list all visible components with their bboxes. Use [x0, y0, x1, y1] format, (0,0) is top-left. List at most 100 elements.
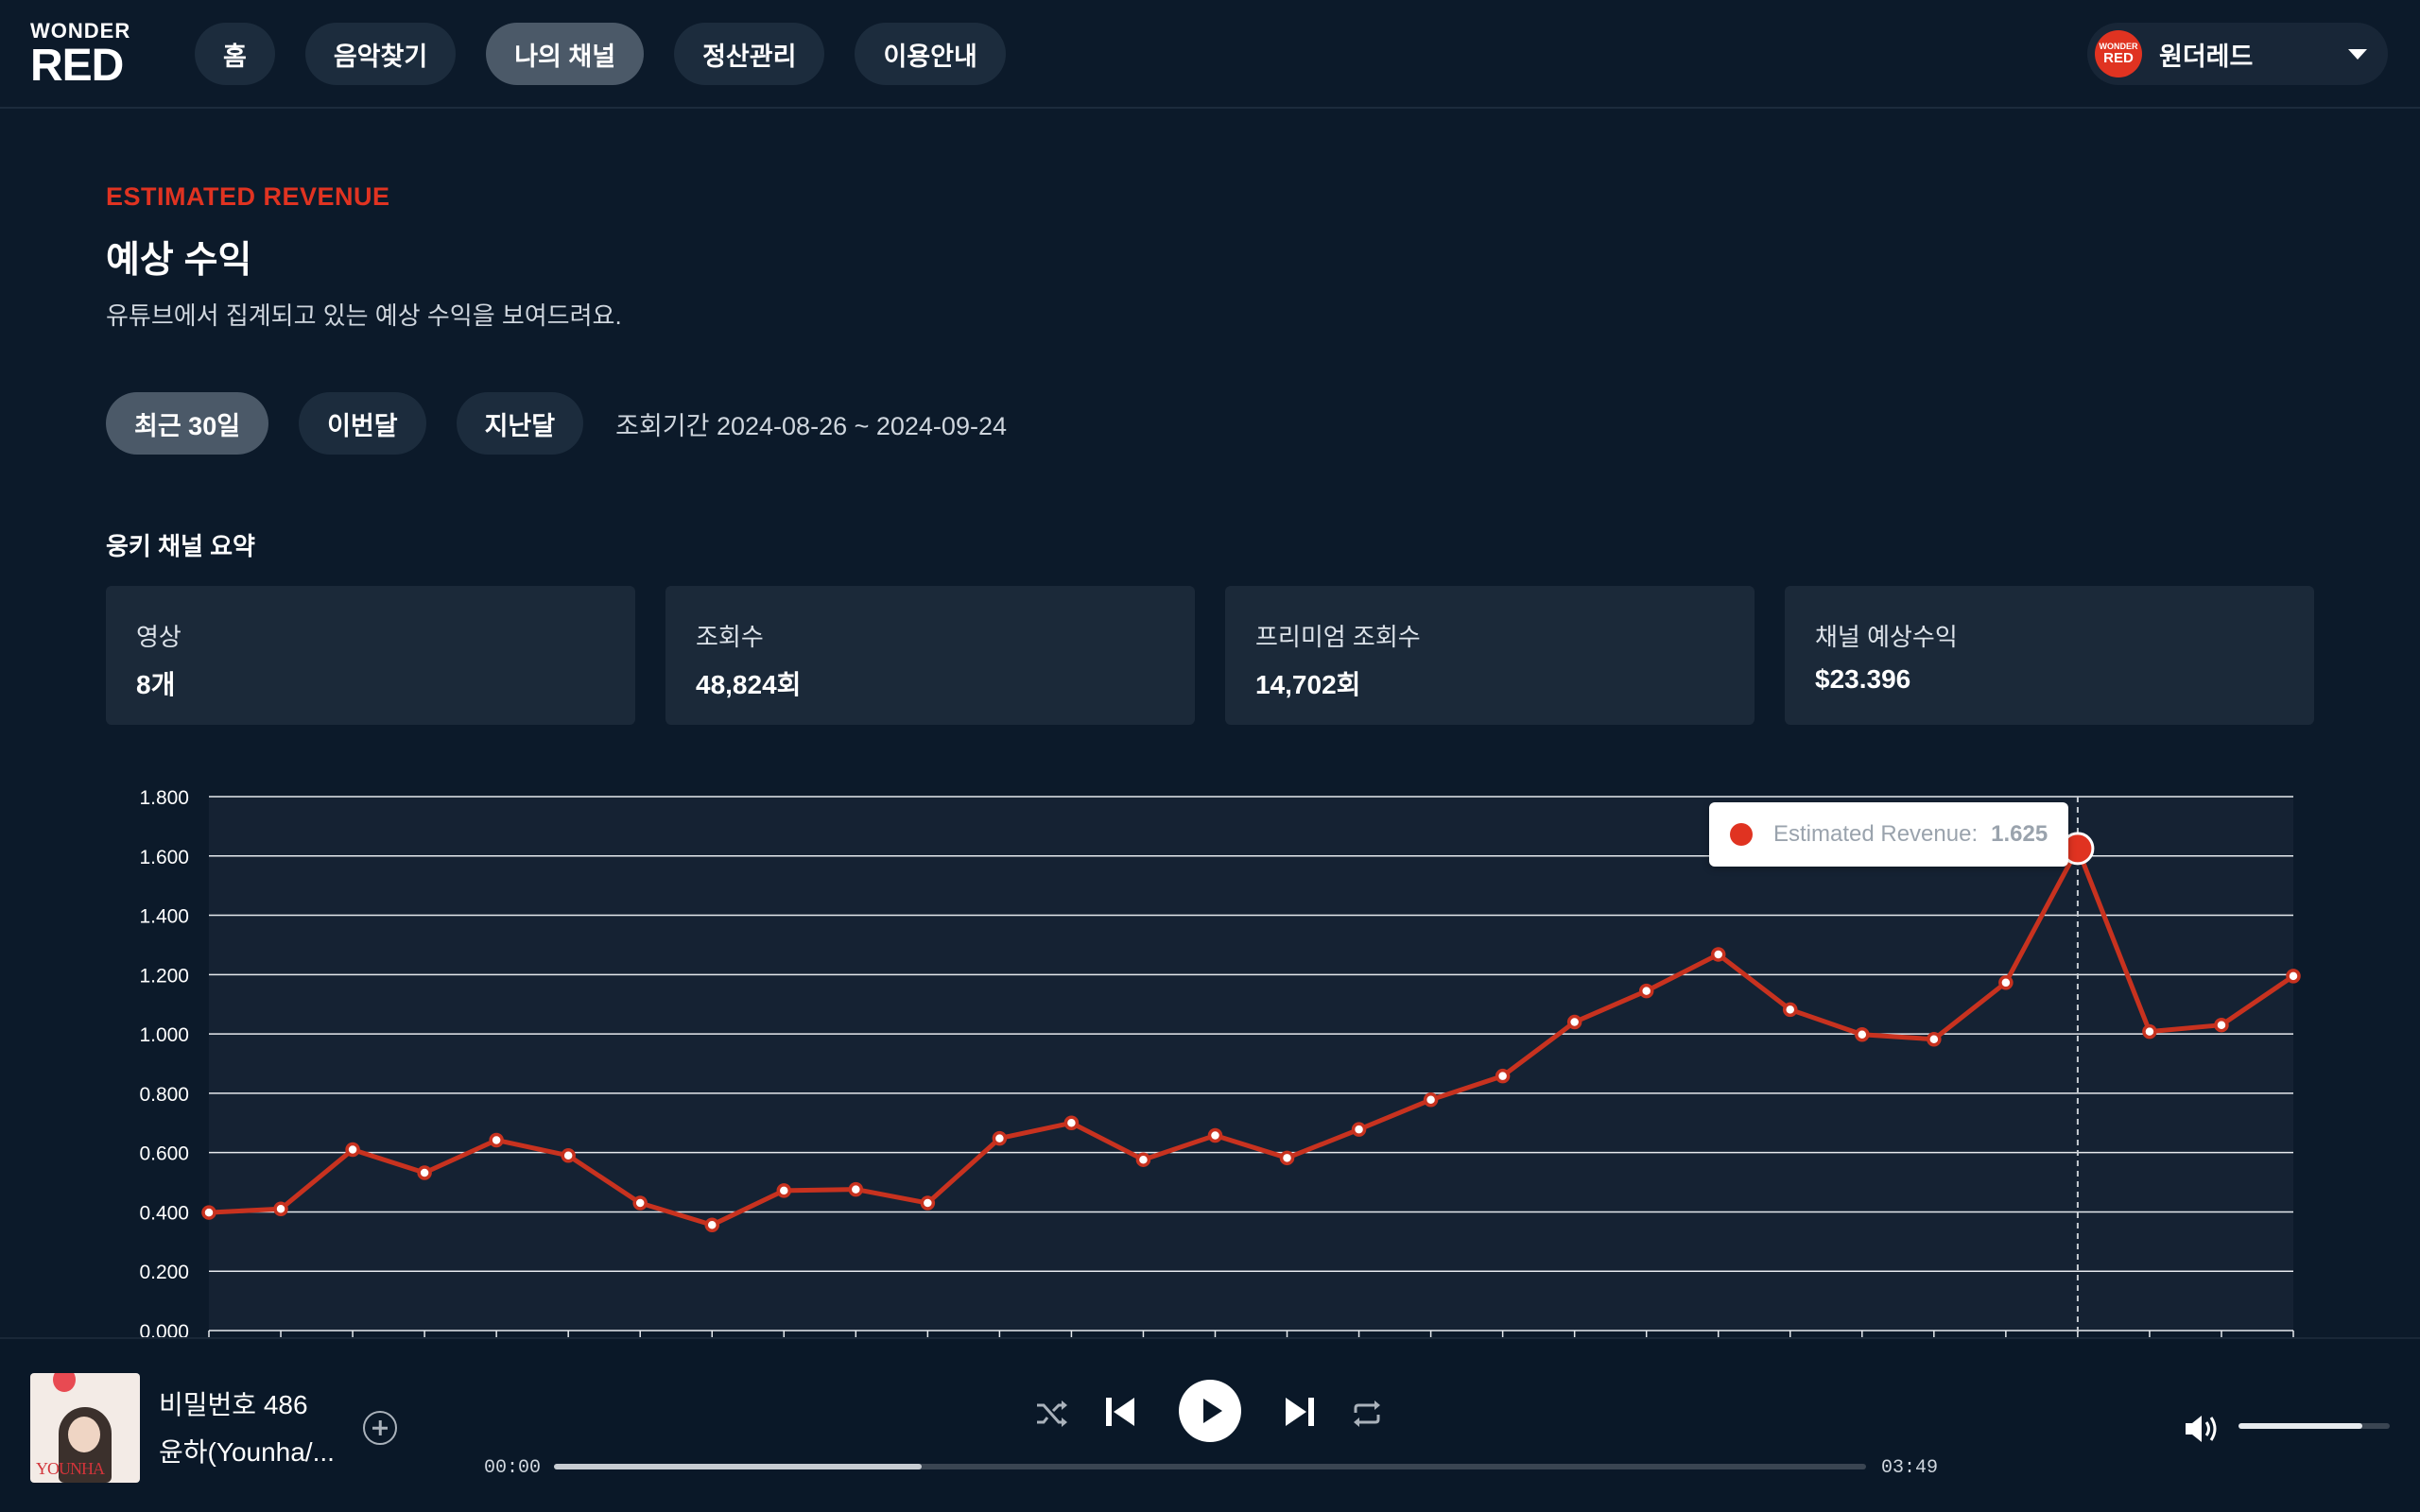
data-point: [1927, 1032, 1942, 1047]
data-point: [848, 1181, 864, 1197]
nav-item-home[interactable]: 홈: [195, 23, 275, 85]
volume-slider-fill: [2238, 1423, 2363, 1429]
data-point: [417, 1165, 432, 1180]
y-tick-label: 1.400: [139, 906, 189, 928]
chart-tooltip: Estimated Revenue: 1.625: [1709, 802, 2068, 867]
filter-last-month-button[interactable]: 지난달: [456, 392, 584, 455]
nav-item-my-channel[interactable]: 나의 채널: [486, 23, 645, 85]
y-tick-label: 1.800: [139, 787, 189, 809]
tooltip-series-dot: [1730, 823, 1753, 846]
logo-line1: WONDER: [30, 19, 131, 43]
repeat-icon[interactable]: [1350, 1398, 1384, 1430]
album-balloon: [53, 1373, 76, 1392]
shuffle-icon[interactable]: [1034, 1398, 1070, 1430]
user-name: 원더레드: [2159, 42, 2254, 71]
nav-item-settlement[interactable]: 정산관리: [674, 23, 825, 85]
data-point: [1423, 1092, 1439, 1108]
data-point: [1783, 1002, 1798, 1018]
chevron-down-icon: [2348, 48, 2367, 60]
data-point: [1063, 1115, 1080, 1131]
user-menu-dropdown[interactable]: WONDER RED 원더레드: [2087, 23, 2388, 85]
y-tick-label: 0.000: [139, 1321, 189, 1337]
album-cover[interactable]: YOUNHA: [30, 1373, 140, 1483]
plot-area: [209, 797, 2293, 1331]
volume-slider[interactable]: [2238, 1423, 2390, 1429]
card-label: 채널 예상수익: [1815, 623, 1958, 651]
query-period-text: 조회기간 2024-08-26 ~ 2024-09-24: [615, 411, 1007, 440]
data-point: [2286, 969, 2301, 984]
data-point: [704, 1217, 719, 1233]
logo-line2: RED: [30, 41, 124, 91]
card-value: 8개: [136, 670, 176, 699]
next-track-icon[interactable]: [1284, 1394, 1316, 1430]
data-point: [1495, 1068, 1511, 1084]
data-point: [273, 1201, 288, 1217]
data-point: [1855, 1026, 1870, 1042]
filter-this-month-button[interactable]: 이번달: [299, 392, 426, 455]
card-value: 48,824회: [696, 670, 802, 699]
data-point: [489, 1132, 504, 1148]
music-player-bar: YOUNHA 비밀번호 486 윤하(Younha/... 00:00 03:4…: [0, 1337, 2420, 1512]
channel-summary-title: 웅키 채널 요약: [106, 532, 255, 560]
data-point: [1710, 947, 1726, 962]
card-label: 영상: [136, 623, 182, 651]
data-point: [1207, 1127, 1223, 1143]
y-tick-label: 1.600: [139, 847, 189, 868]
volume-icon[interactable]: [2184, 1413, 2221, 1445]
filter-last-30-days-button[interactable]: 최근 30일: [106, 392, 269, 455]
data-point: [920, 1195, 936, 1211]
card-value: 14,702회: [1255, 670, 1361, 699]
page-description: 유튜브에서 집계되고 있는 예상 수익을 보여드려요.: [106, 301, 622, 330]
y-tick-label: 0.800: [139, 1084, 189, 1106]
add-to-playlist-icon[interactable]: [363, 1411, 397, 1445]
data-point: [1998, 975, 2014, 990]
data-point: [1638, 983, 1654, 999]
card-label: 프리미엄 조회수: [1255, 623, 1421, 651]
data-point: [2142, 1023, 2157, 1040]
period-filter-group: 최근 30일 이번달 지난달 조회기간 2024-08-26 ~ 2024-09…: [106, 392, 1007, 455]
album-face: [68, 1417, 100, 1452]
nav-item-music-search[interactable]: 음악찾기: [304, 23, 457, 85]
summary-cards: 영상 8개 조회수 48,824회 프리미엄 조회수 14,702회 채널 예상…: [106, 586, 2314, 725]
y-tick-label: 0.400: [139, 1202, 189, 1224]
tooltip-label: Estimated Revenue:: [1773, 821, 1979, 847]
main-nav: 홈 음악찾기 나의 채널 정산관리 이용안내: [195, 23, 1006, 85]
summary-card-premium-views: 프리미엄 조회수 14,702회: [1225, 586, 1754, 725]
card-value: $23.396: [1815, 664, 1911, 694]
y-tick-label: 0.200: [139, 1262, 189, 1283]
nav-item-guide[interactable]: 이용안내: [855, 23, 1006, 85]
summary-card-videos: 영상 8개: [106, 586, 635, 725]
playback-progress-fill: [554, 1464, 922, 1469]
data-point: [992, 1130, 1008, 1146]
data-point: [1566, 1014, 1582, 1030]
avatar: WONDER RED: [2095, 30, 2142, 77]
duration-time: 03:49: [1881, 1457, 1939, 1479]
summary-card-estimated-revenue: 채널 예상수익 $23.396: [1785, 586, 2314, 725]
data-point: [201, 1205, 216, 1220]
data-point: [345, 1142, 360, 1158]
summary-card-views: 조회수 48,824회: [666, 586, 1195, 725]
tooltip-value: 1.625: [1991, 821, 2048, 847]
play-button[interactable]: [1178, 1379, 1242, 1443]
avatar-bottom-text: RED: [2103, 50, 2134, 66]
previous-track-icon[interactable]: [1104, 1394, 1136, 1430]
data-point: [1135, 1152, 1151, 1167]
y-tick-label: 1.200: [139, 965, 189, 987]
data-point: [2214, 1017, 2229, 1033]
card-label: 조회수: [696, 623, 764, 651]
current-time: 00:00: [484, 1457, 542, 1479]
data-point: [561, 1148, 576, 1163]
track-title[interactable]: 비밀번호 486: [159, 1384, 308, 1422]
top-navigation-bar: WONDER RED 홈 음악찾기 나의 채널 정산관리 이용안내 WONDER…: [0, 0, 2420, 109]
wonder-red-logo[interactable]: WONDER RED: [30, 19, 134, 91]
data-point: [1351, 1122, 1367, 1137]
data-point: [1279, 1150, 1295, 1166]
data-point: [632, 1195, 648, 1211]
y-tick-label: 1.000: [139, 1024, 189, 1046]
section-eyebrow: ESTIMATED REVENUE: [106, 182, 390, 211]
album-text: YOUNHA: [36, 1459, 105, 1478]
y-tick-label: 0.600: [139, 1143, 189, 1165]
page-title: 예상 수익: [106, 240, 252, 281]
playback-progress-bar[interactable]: [554, 1464, 1866, 1469]
track-artist[interactable]: 윤하(Younha/...: [159, 1432, 335, 1469]
